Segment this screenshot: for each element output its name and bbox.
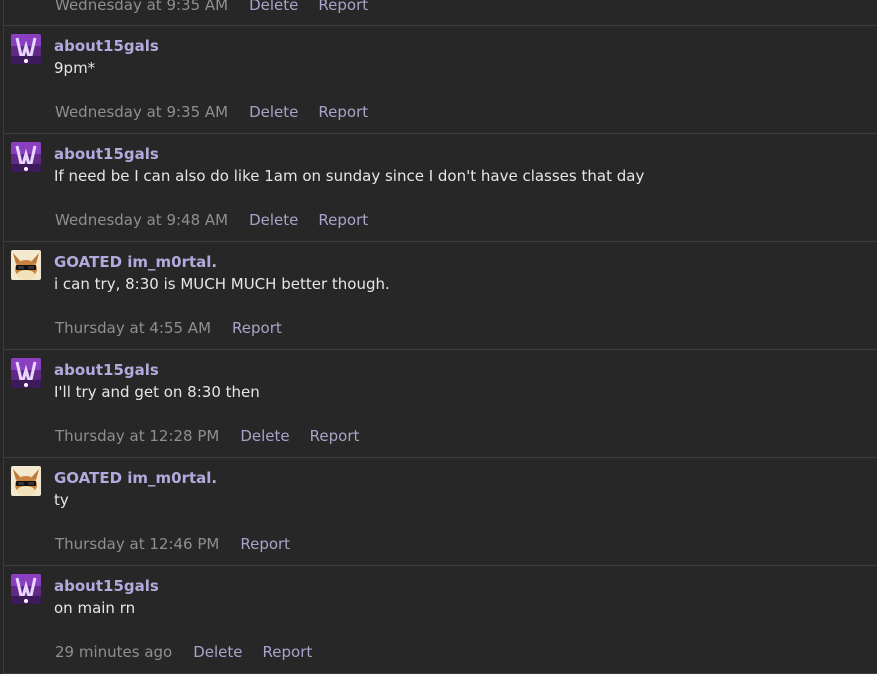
report-link[interactable]: Report <box>310 427 360 445</box>
delete-link[interactable]: Delete <box>249 0 298 14</box>
timestamp[interactable]: Wednesday at 9:35 AM <box>55 0 228 14</box>
message-text: I'll try and get on 8:30 then <box>54 383 260 401</box>
message-meta: Thursday at 4:55 AM Report <box>55 319 302 337</box>
purple-avatar-icon <box>11 142 41 172</box>
avatar[interactable] <box>11 250 41 280</box>
report-link[interactable]: Report <box>232 319 282 337</box>
timestamp[interactable]: Thursday at 4:55 AM <box>55 319 211 337</box>
report-link[interactable]: Report <box>318 103 368 121</box>
message-item: about15gals 9pm* Wednesday at 9:35 AM De… <box>4 26 877 134</box>
message-text: ty <box>54 491 69 509</box>
message-meta: Thursday at 12:28 PM Delete Report <box>55 427 379 445</box>
message-meta: Wednesday at 9:35 AM Delete Report <box>55 103 388 121</box>
message-item: GOATED im_m0rtal. i can try, 8:30 is MUC… <box>4 242 877 350</box>
report-link[interactable]: Report <box>318 0 368 14</box>
message-text: on main rn <box>54 599 136 617</box>
message-item: about15gals I'll try and get on 8:30 the… <box>4 350 877 458</box>
message-item: GOATED im_m0rtal. ty Thursday at 12:46 P… <box>4 458 877 566</box>
report-link[interactable]: Report <box>240 535 290 553</box>
message-meta: Thursday at 12:46 PM Report <box>55 535 310 553</box>
author-name[interactable]: about15gals <box>54 361 159 379</box>
message-item: about15gals on main rn 29 minutes ago De… <box>4 566 877 674</box>
author-name[interactable]: GOATED im_m0rtal. <box>54 469 217 487</box>
delete-link[interactable]: Delete <box>249 103 298 121</box>
message-thread: Wednesday at 9:35 AM Delete Report about… <box>3 0 877 674</box>
author-name[interactable]: about15gals <box>54 577 159 595</box>
delete-link[interactable]: Delete <box>249 211 298 229</box>
avatar[interactable] <box>11 574 41 604</box>
author-name[interactable]: GOATED im_m0rtal. <box>54 253 217 271</box>
report-link[interactable]: Report <box>318 211 368 229</box>
purple-avatar-icon <box>11 574 41 604</box>
message-text: i can try, 8:30 is MUCH MUCH better thou… <box>54 275 390 293</box>
eevee-sunglasses-avatar-icon <box>11 250 41 280</box>
avatar[interactable] <box>11 466 41 496</box>
timestamp[interactable]: Wednesday at 9:48 AM <box>55 211 228 229</box>
avatar[interactable] <box>11 358 41 388</box>
message-meta: Wednesday at 9:48 AM Delete Report <box>55 211 388 229</box>
report-link[interactable]: Report <box>263 643 313 661</box>
purple-avatar-icon <box>11 34 41 64</box>
message-text: If need be I can also do like 1am on sun… <box>54 167 645 185</box>
message-item: about15gals If need be I can also do lik… <box>4 134 877 242</box>
timestamp[interactable]: Thursday at 12:46 PM <box>55 535 219 553</box>
message-meta: Wednesday at 9:35 AM Delete Report <box>55 0 388 14</box>
timestamp[interactable]: 29 minutes ago <box>55 643 172 661</box>
message-text: 9pm* <box>54 59 96 77</box>
message-meta: 29 minutes ago Delete Report <box>55 643 332 661</box>
eevee-sunglasses-avatar-icon <box>11 466 41 496</box>
delete-link[interactable]: Delete <box>240 427 289 445</box>
message-item: Wednesday at 9:35 AM Delete Report <box>4 0 877 26</box>
timestamp[interactable]: Thursday at 12:28 PM <box>55 427 219 445</box>
author-name[interactable]: about15gals <box>54 37 159 55</box>
purple-avatar-icon <box>11 358 41 388</box>
avatar[interactable] <box>11 142 41 172</box>
author-name[interactable]: about15gals <box>54 145 159 163</box>
avatar[interactable] <box>11 34 41 64</box>
timestamp[interactable]: Wednesday at 9:35 AM <box>55 103 228 121</box>
delete-link[interactable]: Delete <box>193 643 242 661</box>
